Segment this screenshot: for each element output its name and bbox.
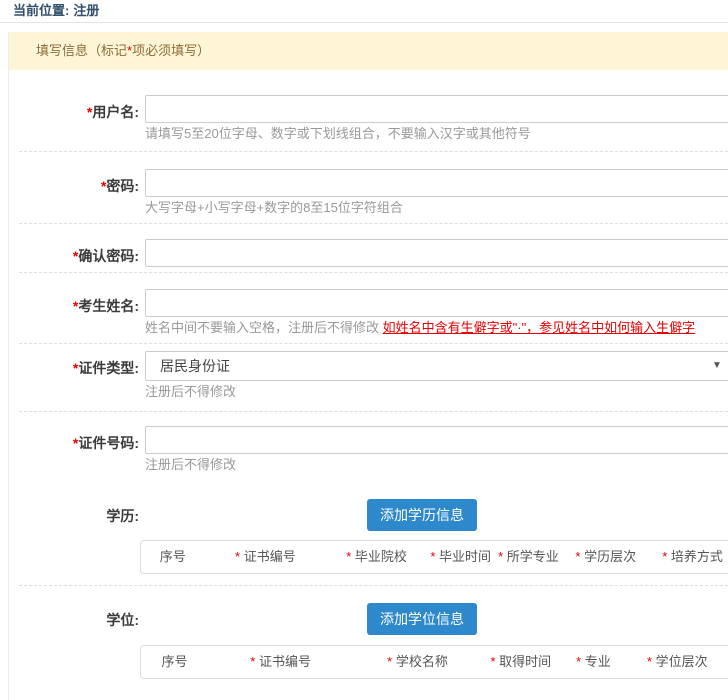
column-header: * 所学专业 bbox=[495, 541, 563, 573]
id-number-hint: 注册后不得修改 bbox=[145, 457, 728, 473]
id-number-group: *证件号码: 注册后不得修改 bbox=[9, 426, 728, 473]
education-table-header-row: 序号 * 证书编号 * 毕业院校 * 毕业时间 * 所学专业 * 学历层次 * … bbox=[141, 541, 728, 573]
column-header: * 取得时间 bbox=[482, 646, 560, 678]
username-label: *用户名: bbox=[9, 95, 139, 142]
password-group: *密码: 大写字母+小写字母+数字的8至15位字符组合 bbox=[9, 169, 728, 216]
section-divider bbox=[19, 223, 728, 224]
id-number-label: *证件号码: bbox=[9, 426, 139, 473]
breadcrumb-current-page: 注册 bbox=[73, 3, 99, 18]
section-divider bbox=[19, 151, 728, 152]
section-divider bbox=[19, 272, 728, 273]
breadcrumb: 当前位置: 注册 bbox=[0, 0, 728, 23]
degree-table: 序号 * 证书编号 * 学校名称 * 取得时间 * 专业 * 学位层次 操作 bbox=[140, 645, 728, 679]
notice-text-before: 填写信息（标记 bbox=[36, 43, 127, 58]
column-header: * 学历层次 bbox=[562, 541, 649, 573]
section-divider bbox=[19, 411, 728, 412]
column-header: * 毕业时间 bbox=[427, 541, 495, 573]
notice-bar: 填写信息（标记*项必须填写） bbox=[9, 32, 728, 70]
candidate-name-hint: 姓名中间不要输入空格，注册后不得修改 如姓名中含有生僻字或"·"，参见姓名中如何… bbox=[145, 320, 728, 336]
username-input[interactable] bbox=[145, 95, 728, 123]
column-header: 序号 bbox=[141, 541, 205, 573]
id-type-group: *证件类型: 居民身份证 ▼ 注册后不得修改 bbox=[9, 351, 728, 400]
column-header: * 培养方式 bbox=[649, 541, 728, 573]
candidate-name-input[interactable] bbox=[145, 289, 728, 317]
confirm-password-label: *确认密码: bbox=[9, 239, 139, 267]
add-degree-button[interactable]: 添加学位信息 bbox=[367, 603, 477, 635]
username-hint: 请填写5至20位字母、数字或下划线组合，不要输入汉字或其他符号 bbox=[145, 126, 728, 142]
section-divider bbox=[19, 585, 728, 586]
password-label: *密码: bbox=[9, 169, 139, 216]
password-input[interactable] bbox=[145, 169, 728, 197]
section-divider bbox=[19, 343, 728, 344]
degree-label: 学位: bbox=[9, 603, 139, 635]
education-group: 学历: 添加学历信息 bbox=[9, 499, 728, 531]
id-number-input[interactable] bbox=[145, 426, 728, 454]
column-header: * 证书编号 bbox=[208, 646, 353, 678]
confirm-password-input[interactable] bbox=[145, 239, 728, 267]
column-header: * 学校名称 bbox=[353, 646, 481, 678]
password-hint: 大写字母+小写字母+数字的8至15位字符组合 bbox=[145, 200, 728, 216]
id-type-hint: 注册后不得修改 bbox=[145, 384, 728, 400]
registration-form: *用户名: 请填写5至20位字母、数字或下划线组合，不要输入汉字或其他符号 *密… bbox=[9, 70, 728, 679]
candidate-name-label: *考生姓名: bbox=[9, 289, 139, 336]
breadcrumb-label: 当前位置: bbox=[13, 3, 69, 18]
degree-table-header-row: 序号 * 证书编号 * 学校名称 * 取得时间 * 专业 * 学位层次 操作 bbox=[141, 646, 728, 678]
add-education-button[interactable]: 添加学历信息 bbox=[367, 499, 477, 531]
column-header: * 证书编号 bbox=[205, 541, 327, 573]
education-table: 序号 * 证书编号 * 毕业院校 * 毕业时间 * 所学专业 * 学历层次 * … bbox=[140, 540, 728, 574]
education-label: 学历: bbox=[9, 499, 139, 531]
id-type-selected-value: 居民身份证 bbox=[160, 358, 230, 374]
candidate-name-group: *考生姓名: 姓名中间不要输入空格，注册后不得修改 如姓名中含有生僻字或"·"，… bbox=[9, 289, 728, 336]
degree-group: 学位: 添加学位信息 bbox=[9, 603, 728, 635]
id-type-label: *证件类型: bbox=[9, 351, 139, 400]
username-group: *用户名: 请填写5至20位字母、数字或下划线组合，不要输入汉字或其他符号 bbox=[9, 95, 728, 142]
id-type-select[interactable]: 居民身份证 ▼ bbox=[145, 351, 728, 381]
column-header: 序号 bbox=[141, 646, 208, 678]
confirm-password-group: *确认密码: bbox=[9, 239, 728, 267]
form-panel: 填写信息（标记*项必须填写） *用户名: 请填写5至20位字母、数字或下划线组合… bbox=[8, 32, 728, 700]
notice-text-after: 项必须填写） bbox=[132, 43, 210, 58]
column-header: * 学位层次 bbox=[627, 646, 728, 678]
chevron-down-icon: ▼ bbox=[712, 352, 722, 380]
rare-character-help-link[interactable]: 如姓名中含有生僻字或"·"，参见姓名中如何输入生僻字 bbox=[383, 320, 696, 335]
column-header: * 毕业院校 bbox=[326, 541, 427, 573]
column-header: * 专业 bbox=[560, 646, 627, 678]
